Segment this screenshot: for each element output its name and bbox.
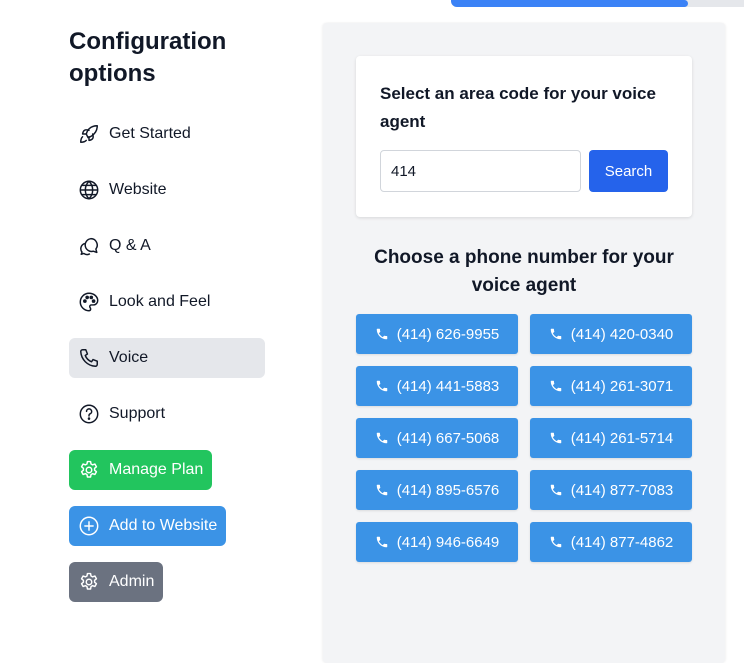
sidebar-item-support[interactable]: Support — [69, 394, 174, 434]
phone-icon — [375, 535, 389, 549]
phone-number-button[interactable]: (414) 877-7083 — [530, 470, 692, 510]
sidebar-item-label: Voice — [109, 349, 149, 366]
sidebar-nav: Get Started Website Q & A Look and Feel … — [69, 114, 269, 602]
phone-icon — [549, 431, 563, 445]
gear-icon — [78, 571, 100, 593]
phone-number-label: (414) 441-5883 — [396, 377, 500, 395]
progress-bar-fill — [451, 0, 689, 7]
admin-label: Admin — [109, 573, 155, 590]
phone-icon — [549, 483, 563, 497]
phone-number-grid: (414) 626-9955 (414) 420-0340 (414) 441-58… — [356, 314, 692, 562]
palette-icon — [78, 291, 100, 313]
phone-icon — [78, 347, 100, 369]
phone-icon — [375, 327, 389, 341]
sidebar-item-label: Support — [109, 405, 166, 422]
phone-number-button[interactable]: (414) 946-6649 — [356, 522, 518, 562]
phone-number-button[interactable]: (414) 667-5068 — [356, 418, 518, 458]
sidebar-item-label: Look and Feel — [109, 293, 211, 310]
phone-number-button[interactable]: (414) 261-3071 — [530, 366, 692, 406]
chat-bubbles-icon — [78, 235, 100, 257]
sidebar-item-website[interactable]: Website — [69, 170, 176, 210]
gear-icon — [78, 459, 100, 481]
sidebar-item-qa[interactable]: Q & A — [69, 226, 160, 266]
phone-number-label: (414) 261-5714 — [570, 429, 674, 447]
area-code-input[interactable] — [380, 150, 581, 192]
sidebar-title: Configuration options — [69, 28, 227, 87]
phone-number-label: (414) 420-0340 — [570, 325, 674, 343]
question-circle-icon — [78, 403, 100, 425]
phone-number-heading: Choose a phone number for your voice age… — [374, 247, 674, 296]
phone-icon — [375, 379, 389, 393]
manage-plan-button[interactable]: Manage Plan — [69, 450, 213, 490]
sidebar-item-label: Website — [109, 181, 167, 198]
area-code-heading: Select an area code for your voice agent — [380, 84, 656, 131]
phone-icon — [549, 379, 563, 393]
sidebar-item-label: Get Started — [109, 125, 191, 142]
area-code-search-row: Search — [380, 150, 668, 192]
rocket-icon — [78, 123, 100, 145]
sidebar-item-look-and-feel[interactable]: Look and Feel — [69, 282, 219, 322]
phone-number-label: (414) 877-4862 — [570, 533, 674, 551]
phone-icon — [375, 483, 389, 497]
phone-icon — [549, 535, 563, 549]
phone-number-button[interactable]: (414) 420-0340 — [530, 314, 692, 354]
phone-number-button[interactable]: (414) 895-6576 — [356, 470, 518, 510]
phone-number-label: (414) 667-5068 — [396, 429, 500, 447]
manage-plan-label: Manage Plan — [109, 461, 204, 478]
sidebar-item-get-started[interactable]: Get Started — [69, 114, 200, 154]
sidebar: Configuration options Get Started Websit… — [69, 26, 269, 602]
search-button[interactable]: Search — [589, 150, 668, 192]
sidebar-item-voice[interactable]: Voice — [69, 338, 265, 378]
phone-number-label: (414) 626-9955 — [396, 325, 500, 343]
phone-number-label: (414) 946-6649 — [396, 533, 500, 551]
add-to-website-label: Add to Website — [109, 517, 218, 534]
phone-number-label: (414) 261-3071 — [570, 377, 674, 395]
plus-circle-icon — [78, 515, 100, 537]
phone-icon — [549, 327, 563, 341]
phone-number-label: (414) 895-6576 — [396, 481, 500, 499]
phone-number-button[interactable]: (414) 261-5714 — [530, 418, 692, 458]
sidebar-item-label: Q & A — [109, 237, 151, 254]
phone-number-button[interactable]: (414) 626-9955 — [356, 314, 518, 354]
progress-bar — [451, 0, 744, 7]
admin-button[interactable]: Admin — [69, 562, 164, 602]
area-code-card: Select an area code for your voice agent… — [356, 56, 692, 217]
phone-icon — [375, 431, 389, 445]
phone-number-label: (414) 877-7083 — [570, 481, 674, 499]
phone-number-button[interactable]: (414) 441-5883 — [356, 366, 518, 406]
voice-config-panel: Select an area code for your voice agent… — [323, 23, 725, 663]
add-to-website-button[interactable]: Add to Website — [69, 506, 227, 546]
phone-number-button[interactable]: (414) 877-4862 — [530, 522, 692, 562]
globe-icon — [78, 179, 100, 201]
